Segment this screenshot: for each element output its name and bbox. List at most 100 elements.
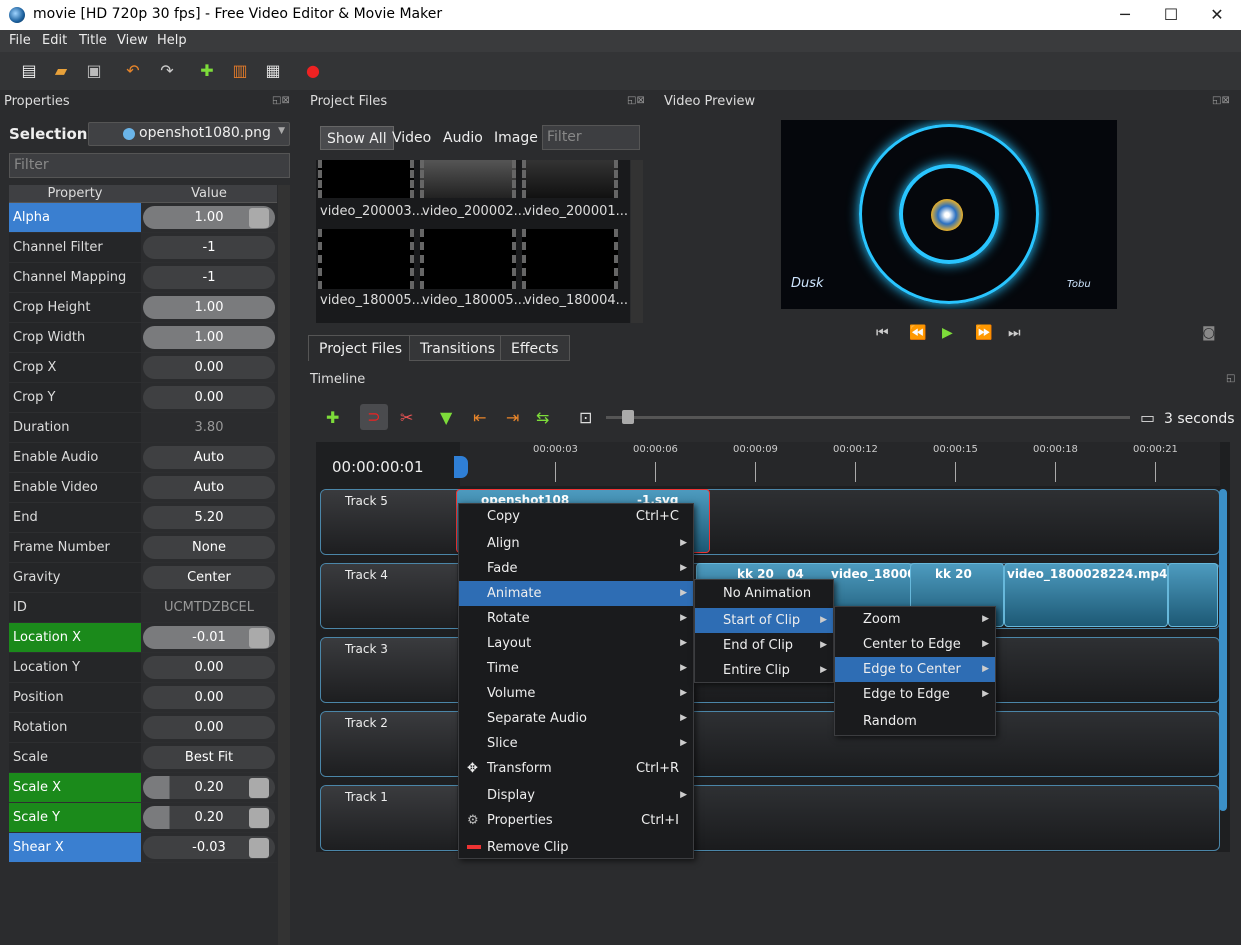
close-button[interactable]: ✕ (1194, 0, 1240, 30)
menu-item-separate-audio[interactable]: Separate Audio ▶ (459, 706, 693, 731)
filter-tab-video[interactable]: Video (386, 126, 437, 150)
property-value[interactable]: Auto (143, 476, 275, 499)
menu-file[interactable]: File (9, 33, 31, 48)
export-video-icon[interactable]: ● (304, 62, 322, 80)
zoom-slider[interactable] (606, 416, 1130, 419)
open-project-icon[interactable]: ▰ (52, 62, 70, 80)
rewind-icon[interactable]: ⏪ (909, 325, 926, 341)
import-files-icon[interactable]: ✚ (198, 62, 216, 80)
menu-item-transform[interactable]: ✥ Transform Ctrl+R (459, 756, 693, 781)
camera-icon[interactable]: ◙ (1202, 325, 1216, 341)
property-value[interactable]: -1 (143, 236, 275, 259)
properties-scrollbar[interactable] (278, 185, 290, 945)
file-item[interactable]: video_180004... (522, 229, 628, 308)
curve-icon[interactable] (249, 208, 269, 228)
timeline-clip[interactable]: video_1800028224.mp4 (1004, 563, 1168, 627)
menu-item-end-of-clip[interactable]: End of Clip ▶ (695, 633, 833, 658)
table-row[interactable]: Gravity Center (9, 563, 277, 593)
play-icon[interactable]: ▶ (942, 325, 953, 341)
table-row[interactable]: End 5.20 (9, 503, 277, 533)
menu-item-rotate[interactable]: Rotate ▶ (459, 606, 693, 631)
table-row[interactable]: Crop Y 0.00 (9, 383, 277, 413)
table-row[interactable]: Location X -0.01 (9, 623, 277, 653)
file-grid-scrollbar[interactable] (631, 160, 643, 323)
timeline-scrollbar[interactable] (1219, 489, 1227, 811)
menu-item-properties[interactable]: ⚙ Properties Ctrl+I (459, 808, 693, 833)
menu-title[interactable]: Title (79, 33, 107, 48)
filter-tab-audio[interactable]: Audio (437, 126, 489, 150)
property-value[interactable]: 1.00 (143, 206, 275, 229)
menu-item-entire-clip[interactable]: Entire Clip ▶ (695, 658, 833, 683)
choose-profile-icon[interactable]: ▥ (231, 62, 249, 80)
table-row[interactable]: Channel Mapping -1 (9, 263, 277, 293)
tab-transitions[interactable]: Transitions (409, 335, 506, 361)
project-filter-input[interactable]: Filter (542, 125, 640, 150)
save-project-icon[interactable]: ▣ (85, 62, 103, 80)
track-1[interactable]: Track 1 (320, 785, 1220, 851)
keyframe-icon[interactable] (249, 628, 269, 648)
transition-clip[interactable] (1168, 563, 1218, 627)
fast-forward-icon[interactable]: ⏩ (975, 325, 992, 341)
file-item[interactable]: video_200001... (522, 160, 628, 230)
filter-tab-image[interactable]: Image (488, 126, 544, 150)
fullscreen-icon[interactable]: ▦ (264, 62, 282, 80)
filter-tab-show-all[interactable]: Show All (320, 126, 394, 150)
menu-edit[interactable]: Edit (42, 33, 67, 48)
track-5[interactable]: Track 5 (320, 489, 1220, 555)
property-value[interactable]: 1.00 (143, 326, 275, 349)
undo-icon[interactable]: ↶ (124, 62, 142, 80)
next-marker-icon[interactable]: ⇥ (506, 408, 519, 427)
table-row[interactable]: Scale X 0.20 (9, 773, 277, 803)
track-2[interactable]: Track 2 (320, 711, 1220, 777)
add-marker-icon[interactable]: ▼ (440, 408, 452, 427)
new-project-icon[interactable]: ▤ (20, 62, 38, 80)
property-value[interactable]: 0.00 (143, 686, 275, 709)
menu-item-animate[interactable]: Animate ▶ (459, 581, 693, 606)
menu-item-fade[interactable]: Fade ▶ (459, 556, 693, 581)
keyframe-icon[interactable] (249, 808, 269, 828)
table-row[interactable]: Alpha 1.00 (9, 203, 277, 233)
property-value[interactable]: -0.03 (143, 836, 275, 859)
property-value[interactable]: Auto (143, 446, 275, 469)
menu-item-slice[interactable]: Slice ▶ (459, 731, 693, 756)
previous-marker-icon[interactable]: ⇤ (473, 408, 486, 427)
file-item[interactable]: video_180005... (420, 229, 526, 308)
jump-start-icon[interactable]: ⏮ (876, 325, 889, 341)
menu-item-no-animation[interactable]: No Animation (695, 581, 833, 606)
keyframe-icon[interactable] (249, 778, 269, 798)
property-value[interactable]: 0.20 (143, 776, 275, 799)
property-value[interactable]: 1.00 (143, 296, 275, 319)
zoom-in-icon[interactable]: ▭ (1140, 408, 1155, 427)
table-row[interactable]: Channel Filter -1 (9, 233, 277, 263)
property-value[interactable]: 0.00 (143, 656, 275, 679)
property-value[interactable]: 0.20 (143, 806, 275, 829)
menu-item-align[interactable]: Align ▶ (459, 531, 693, 556)
property-value[interactable]: Best Fit (143, 746, 275, 769)
table-row[interactable]: Crop Height 1.00 (9, 293, 277, 323)
table-row[interactable]: Rotation 0.00 (9, 713, 277, 743)
zoom-slider-handle[interactable] (622, 410, 634, 424)
menu-item-start-of-clip[interactable]: Start of Clip ▶ (695, 608, 833, 633)
dock-float-icon[interactable]: ◱ (1226, 373, 1235, 384)
menu-item-remove-clip[interactable]: Remove Clip (459, 835, 693, 860)
razor-icon[interactable]: ✂ (400, 408, 413, 427)
add-track-icon[interactable]: ✚ (326, 408, 339, 427)
dock-float-icon[interactable]: ◱⊠ (627, 95, 645, 106)
table-row[interactable]: Enable Video Auto (9, 473, 277, 503)
property-value[interactable]: -1 (143, 266, 275, 289)
property-value[interactable]: 5.20 (143, 506, 275, 529)
tab-effects[interactable]: Effects (500, 335, 570, 361)
menu-view[interactable]: View (117, 33, 148, 48)
maximize-button[interactable]: ☐ (1148, 0, 1194, 30)
table-row[interactable]: Frame Number None (9, 533, 277, 563)
table-row[interactable]: Scale Y 0.20 (9, 803, 277, 833)
keyframe-icon[interactable] (249, 838, 269, 858)
property-value[interactable]: 0.00 (143, 716, 275, 739)
file-item[interactable]: video_200003... (318, 160, 424, 230)
properties-filter-input[interactable]: Filter (9, 153, 290, 178)
table-row[interactable]: Crop Width 1.00 (9, 323, 277, 353)
property-value[interactable]: 0.00 (143, 356, 275, 379)
file-item[interactable]: video_180005... (318, 229, 424, 308)
menu-item-layout[interactable]: Layout ▶ (459, 631, 693, 656)
table-row[interactable]: Location Y 0.00 (9, 653, 277, 683)
